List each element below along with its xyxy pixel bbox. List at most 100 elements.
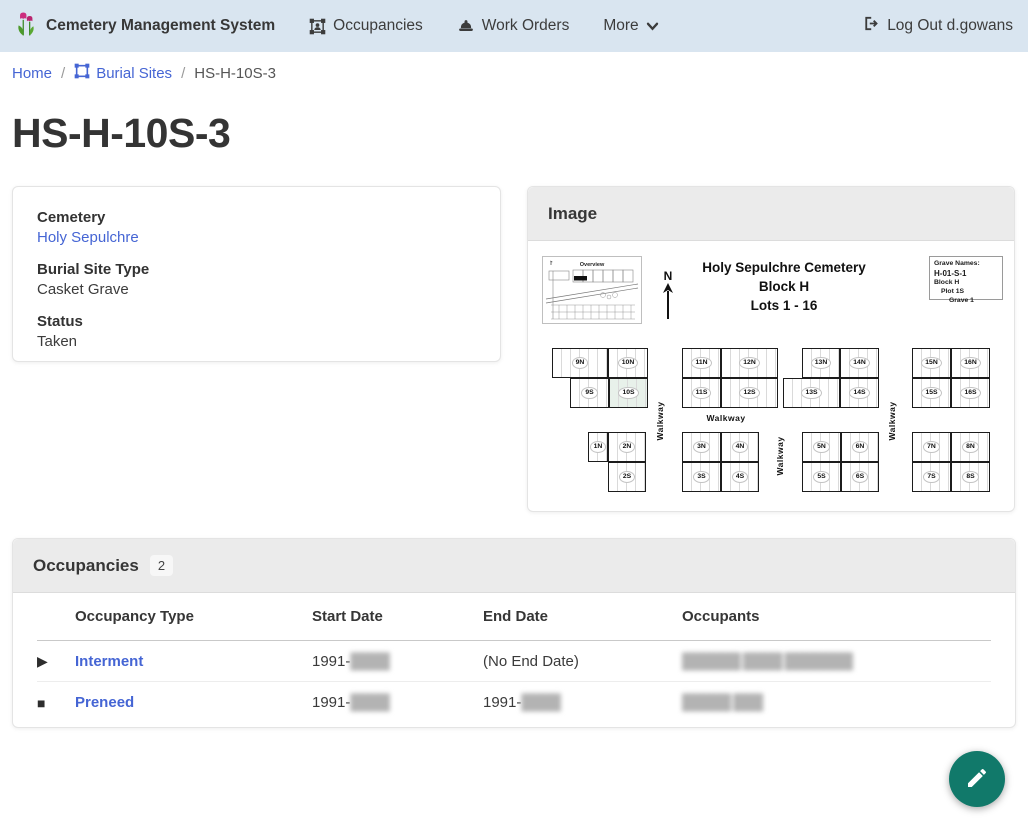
end-date-cell: 1991-████: [483, 694, 682, 711]
plot-cell-6n: 6N: [841, 432, 879, 462]
chevron-down-icon: [646, 22, 659, 31]
column-occupants: Occupants: [682, 608, 991, 625]
plot-cell-11n: 11N: [682, 348, 721, 378]
walkway-label: Walkway: [887, 391, 901, 451]
redacted-text: ████: [350, 694, 389, 711]
plot-label: 12N: [739, 357, 759, 369]
plot-label: 14N: [849, 357, 869, 369]
start-date-cell: 1991-████: [312, 694, 483, 711]
plot-cell-3s: 3S: [682, 462, 721, 492]
grave-names-legend: Grave Names: H-01-S-1 Block H Plot 1S Gr…: [929, 256, 1003, 300]
field-value: Taken: [37, 333, 476, 350]
field-cemetery: Cemetery Holy Sepulchre: [37, 209, 476, 246]
occupancy-type-link[interactable]: Interment: [75, 653, 143, 670]
plot-cell-7n: 7N: [912, 432, 951, 462]
start-date-cell: 1991-████: [312, 653, 483, 670]
table-row-interment[interactable]: ▶ Interment 1991-████ (No End Date) ████…: [37, 641, 991, 682]
plot-cell-5n: 5N: [802, 432, 841, 462]
map-title: Holy Sepulchre Cemetery Block H Lots 1 -…: [664, 259, 904, 316]
occupancies-icon: [309, 18, 326, 35]
cemetery-link[interactable]: Holy Sepulchre: [37, 229, 139, 246]
image-card-header: Image: [528, 187, 1014, 241]
image-card: Image Overview: [527, 186, 1015, 512]
plot-label: 16S: [960, 387, 980, 399]
plot-label: 5N: [813, 441, 830, 453]
plot-label: 7S: [923, 471, 939, 483]
field-label: Status: [37, 313, 476, 330]
table-header-row: Occupancy Type Start Date End Date Occup…: [37, 593, 991, 641]
plot-map-image[interactable]: Overview: [536, 249, 1006, 505]
occupancy-type-link[interactable]: Preneed: [75, 694, 134, 711]
plot-cell-6s: 6S: [841, 462, 879, 492]
field-status: Status Taken: [37, 313, 476, 350]
field-label: Burial Site Type: [37, 261, 476, 278]
plot-cell-11s: 11S: [682, 378, 721, 408]
breadcrumb-separator: /: [181, 65, 185, 82]
plot-label: 6N: [852, 441, 869, 453]
plot-label: 8S: [962, 471, 978, 483]
overview-inset-map: Overview: [542, 256, 642, 324]
stop-icon: ■: [37, 695, 75, 711]
details-card: Cemetery Holy Sepulchre Burial Site Type…: [12, 186, 501, 362]
map-title-line3: Lots 1 - 16: [664, 297, 904, 316]
field-label: Cemetery: [37, 209, 476, 226]
plot-cell-9s: 9S: [570, 378, 609, 408]
nav-label-occupancies: Occupancies: [333, 17, 423, 35]
occupancies-count-badge: 2: [150, 555, 173, 576]
plot-cell-5s: 5S: [802, 462, 841, 492]
grave-names-heading: Grave Names:: [934, 260, 998, 269]
redacted-text: ██████ ████ ███████: [682, 653, 852, 670]
svg-text:Overview: Overview: [580, 262, 605, 268]
walkway-label: Walkway: [775, 426, 789, 486]
map-title-line2: Block H: [664, 278, 904, 297]
table-row-preneed[interactable]: ■ Preneed 1991-████ 1991-████ █████ ███: [37, 682, 991, 723]
walkway-label: Walkway: [655, 391, 669, 451]
plot-label: 3N: [693, 441, 710, 453]
plot-cell-13s: 13S: [783, 378, 840, 408]
plot-label: 2S: [619, 471, 635, 483]
nav-item-work-orders[interactable]: Work Orders: [457, 17, 570, 35]
plot-label: 5S: [813, 471, 829, 483]
plot-cell-7s: 7S: [912, 462, 951, 492]
occupancies-card-header: Occupancies 2: [13, 539, 1015, 593]
plot-label: 15S: [921, 387, 941, 399]
plot-label: 4N: [732, 441, 749, 453]
occupants-cell: ██████ ████ ███████: [682, 653, 991, 670]
redacted-text: █████ ███: [682, 694, 762, 711]
app-title: Cemetery Management System: [46, 17, 275, 35]
nav-label-work-orders: Work Orders: [482, 17, 570, 35]
logout-button[interactable]: Log Out d.gowans: [862, 15, 1013, 37]
plot-label: 3S: [693, 471, 709, 483]
plot-cell-8n: 8N: [951, 432, 990, 462]
plot-cell-10n: 10N: [608, 348, 648, 378]
breadcrumb-burial-sites-label: Burial Sites: [96, 65, 172, 82]
plot-cell-14s: 14S: [840, 378, 879, 408]
field-value: Casket Grave: [37, 281, 476, 298]
nav-item-occupancies[interactable]: Occupancies: [309, 17, 423, 35]
edit-fab-button[interactable]: [949, 751, 1005, 807]
plot-cell-13n: 13N: [802, 348, 840, 378]
plot-cell-14n: 14N: [840, 348, 879, 378]
page-title: HS-H-10S-3: [12, 110, 230, 157]
plot-label: 13S: [801, 387, 821, 399]
walkway-label: Walkway: [696, 413, 756, 427]
logout-label: Log Out d.gowans: [887, 17, 1013, 35]
logout-icon: [862, 15, 879, 37]
breadcrumb-burial-sites[interactable]: Burial Sites: [74, 63, 172, 83]
plot-cell-2s: 2S: [608, 462, 646, 492]
plot-cell-16n: 16N: [951, 348, 990, 378]
plot-cell-16s: 16S: [951, 378, 990, 408]
occupancies-heading: Occupancies: [33, 556, 139, 576]
plot-label: 14S: [849, 387, 869, 399]
plot-cell-15n: 15N: [912, 348, 951, 378]
plot-cell-4n: 4N: [721, 432, 759, 462]
column-start-date: Start Date: [312, 608, 483, 625]
plot-label: 9N: [572, 357, 589, 369]
plot-cell-10s: 10S: [609, 378, 648, 408]
breadcrumb-home[interactable]: Home: [12, 65, 52, 82]
app-brand[interactable]: Cemetery Management System: [15, 10, 275, 42]
nav-item-more[interactable]: More: [603, 17, 658, 35]
nav-label-more: More: [603, 17, 638, 35]
grave-name-block: Block H: [934, 279, 998, 288]
plot-cell-2n: 2N: [608, 432, 646, 462]
